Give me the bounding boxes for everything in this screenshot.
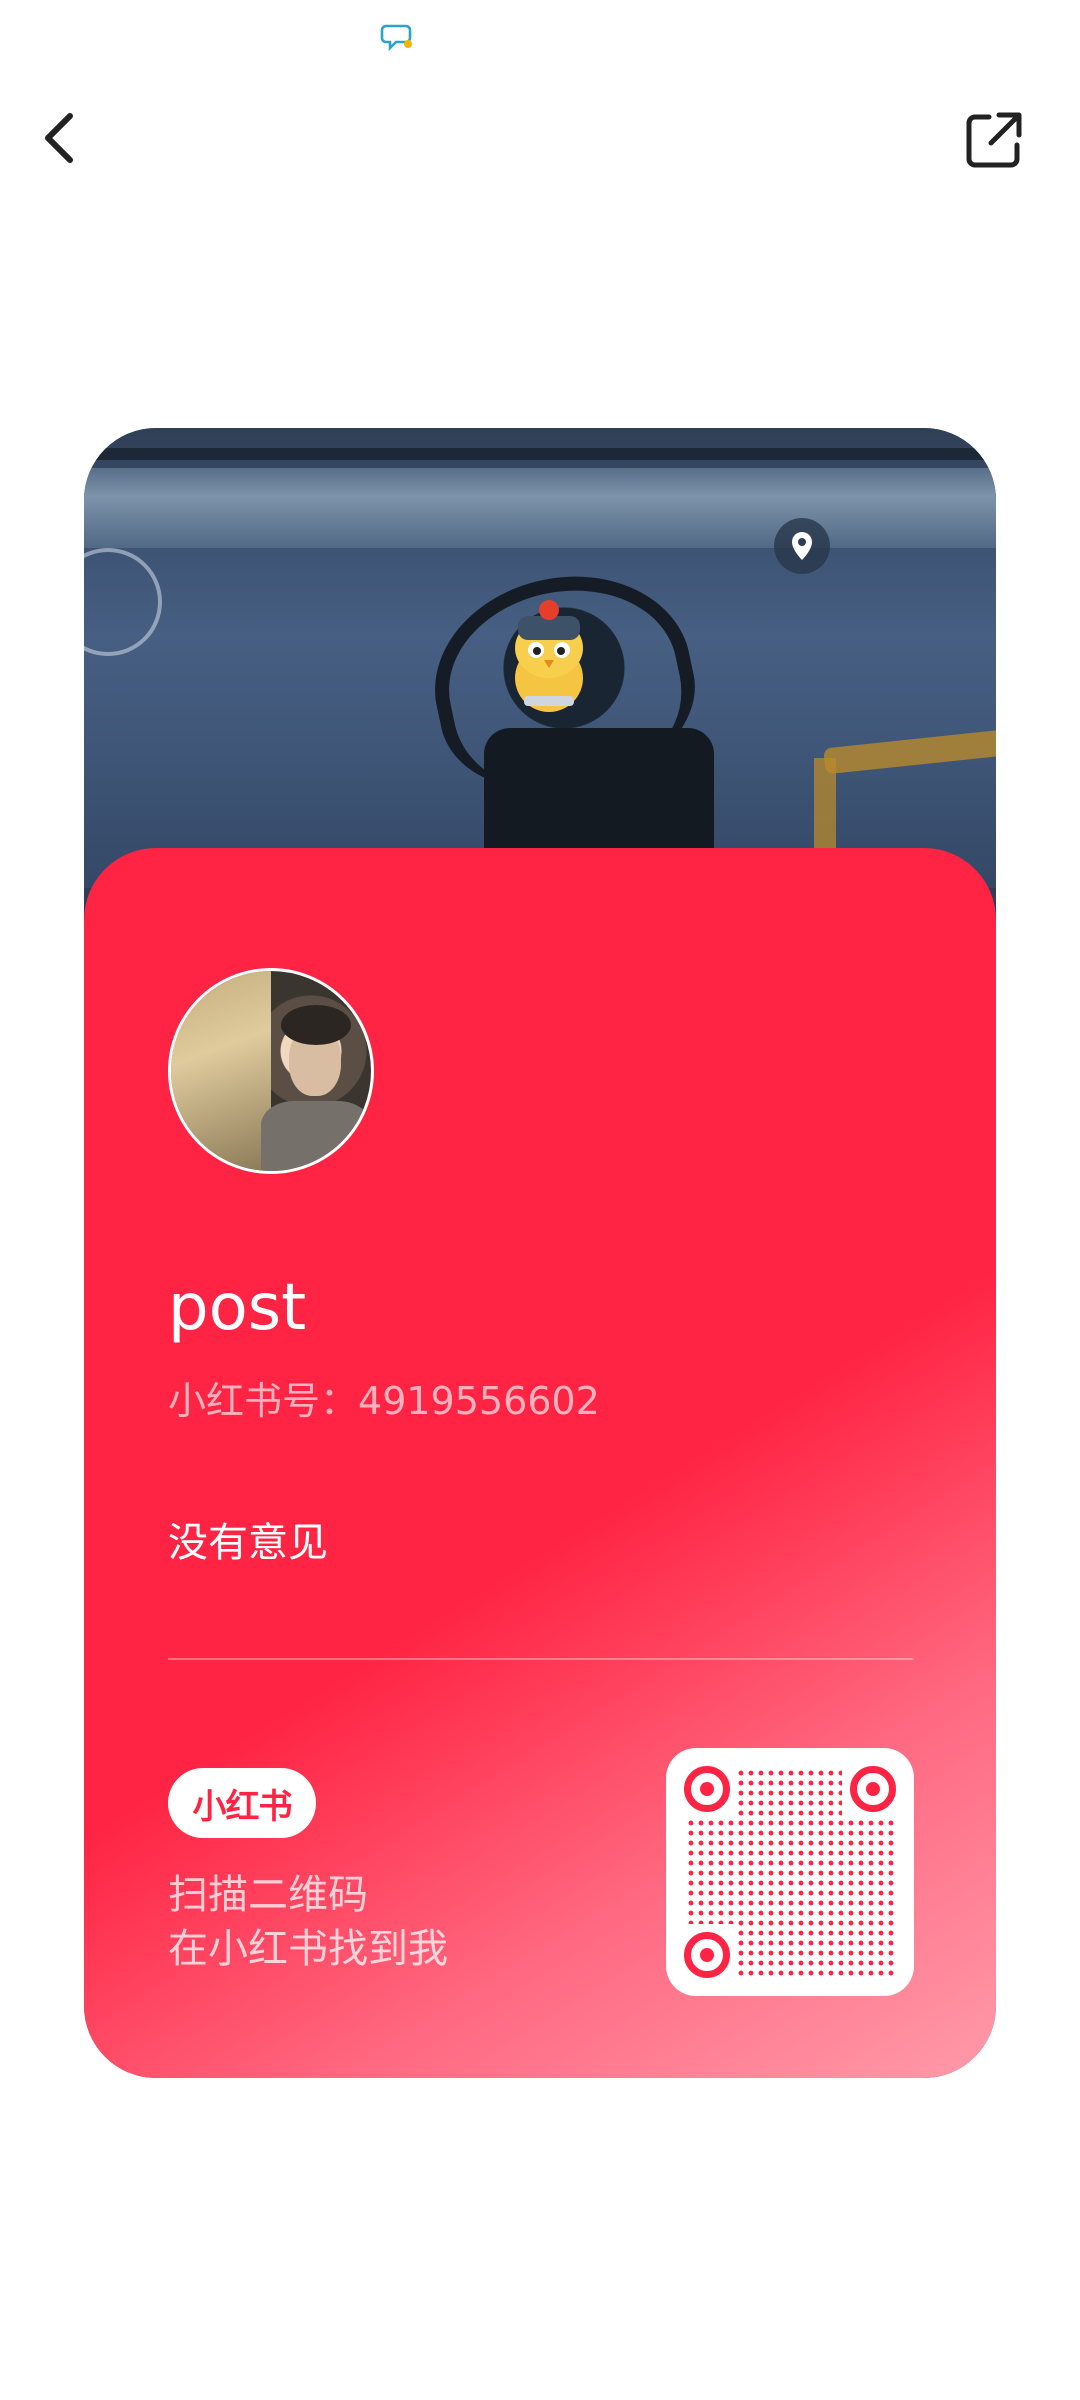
game-hud-ring [84,548,162,656]
status-bar [0,0,1080,70]
xiaohongshu-logo: 小红书 [168,1768,316,1838]
redbook-id: 小红书号：4919556602 [168,1376,600,1426]
chevron-left-icon [45,113,73,163]
redbook-id-value: 4919556602 [358,1379,600,1423]
qr-finder-icon [684,1766,730,1812]
qr-code [666,1748,914,1996]
external-share-icon [966,112,1022,168]
scan-qr-hint-line2: 在小红书找到我 [168,1926,448,1972]
back-button[interactable] [28,106,92,170]
qr-finder-icon [850,1766,896,1812]
top-bar [0,70,1080,210]
redbook-id-label: 小红书号： [168,1379,359,1423]
divider [168,1658,914,1660]
profile-info-panel: post 小红书号：4919556602 没有意见 小红书 扫描二维码 在小红书… [84,848,996,2078]
cover-image [84,428,996,898]
username: post [168,1271,307,1345]
bird-figure [515,600,583,712]
chat-bubble-icon [380,24,412,52]
scan-qr-hint-line1: 扫描二维码 [168,1872,368,1918]
share-button[interactable] [958,104,1030,176]
location-pin-icon [774,518,830,574]
avatar[interactable] [168,968,374,1174]
bio-text: 没有意见 [168,1520,328,1566]
profile-card: post 小红书号：4919556602 没有意见 小红书 扫描二维码 在小红书… [84,428,996,2078]
qr-finder-icon [684,1932,730,1978]
